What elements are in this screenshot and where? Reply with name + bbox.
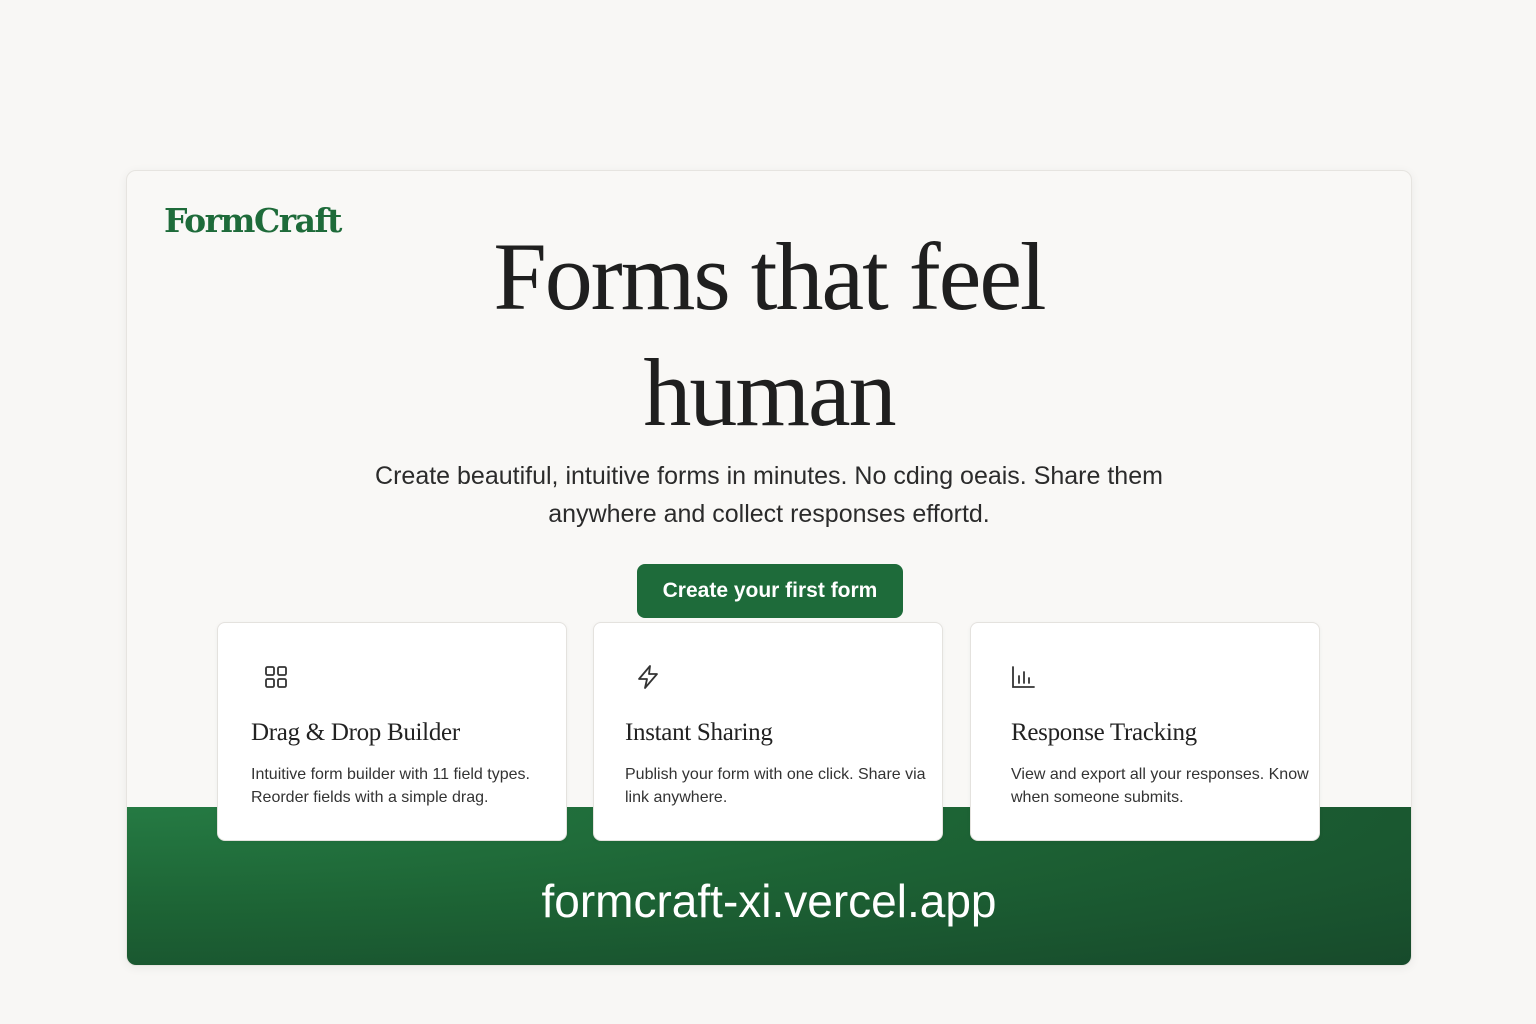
- feature-card-response-tracking: Response Tracking View and export all yo…: [970, 622, 1320, 841]
- feature-card-instant-sharing: Instant Sharing Publish your form with o…: [593, 622, 943, 841]
- feature-title: Drag & Drop Builder: [251, 719, 460, 746]
- headline-line-2: human: [643, 339, 896, 446]
- feature-title: Response Tracking: [1011, 719, 1197, 746]
- create-form-button[interactable]: Create your first form: [637, 564, 903, 618]
- feature-description: Publish your form with one click. Share …: [625, 766, 926, 806]
- bar-chart-icon: [1009, 663, 1037, 691]
- feature-card-drag-drop: Drag & Drop Builder Intuitive form build…: [217, 622, 567, 841]
- lightning-icon: [634, 663, 662, 691]
- hero-subtitle: Create beautiful, intuitive forms in min…: [375, 462, 1163, 528]
- feature-description: Intuitive form builder with 11 field typ…: [251, 766, 530, 806]
- headline-line-1: Forms that feel: [493, 223, 1046, 330]
- feature-description: View and export all your responses. Know…: [1011, 766, 1309, 806]
- grid-icon: [262, 663, 290, 691]
- site-url: formcraft-xi.vercel.app: [541, 875, 997, 927]
- feature-title: Instant Sharing: [625, 719, 773, 746]
- hero-headline: Forms that feel human: [127, 219, 1411, 451]
- preview-card: FormCraft Forms that feel human Create b…: [126, 170, 1412, 966]
